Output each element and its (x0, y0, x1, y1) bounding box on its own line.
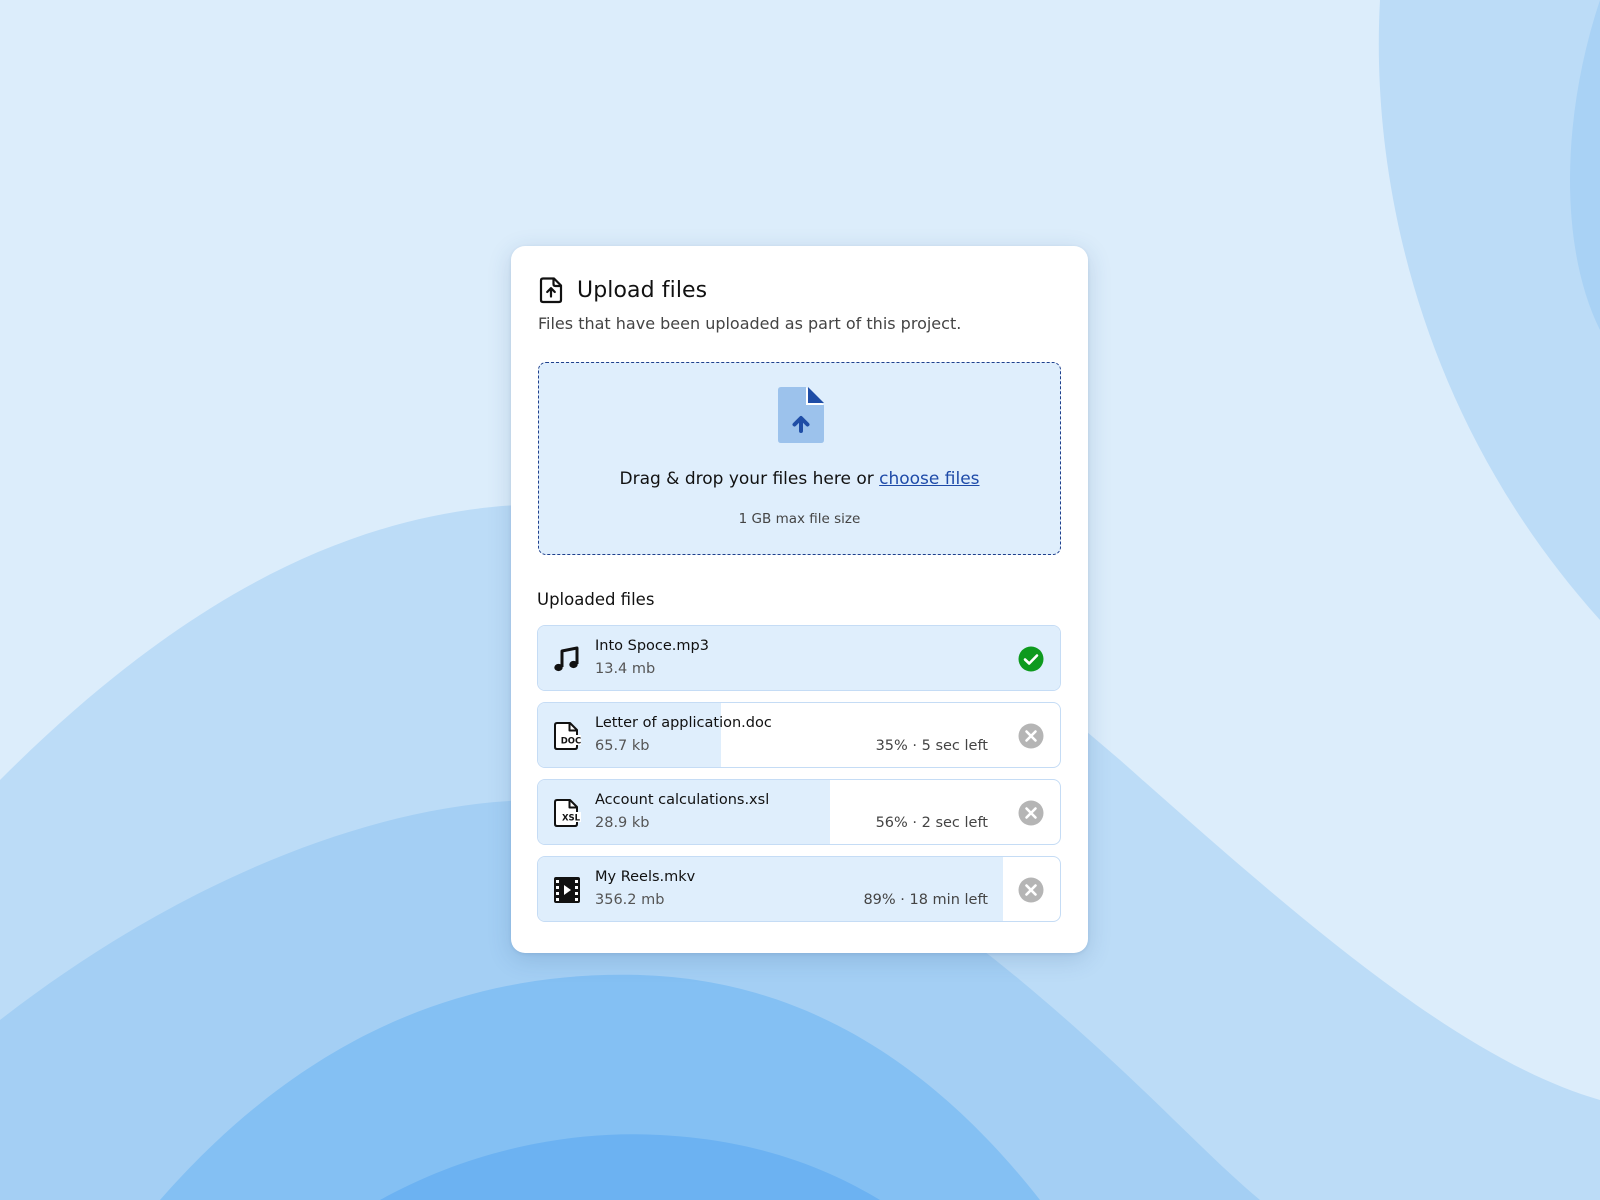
page-title: Upload files (577, 277, 708, 303)
uploaded-files-heading: Uploaded files (537, 590, 655, 609)
file-upload-icon (537, 276, 565, 304)
file-row: XSL Account calculations.xsl 28.9 kb 56%… (537, 779, 1061, 845)
dropzone-text: Drag & drop your files here or (619, 469, 880, 489)
xsl-file-icon: XSL (552, 798, 582, 828)
file-size: 356.2 mb (595, 892, 665, 908)
file-dropzone[interactable]: Drag & drop your files here or choose fi… (538, 362, 1061, 555)
film-icon (552, 875, 582, 905)
file-upload-icon (778, 387, 824, 443)
file-size: 13.4 mb (595, 661, 656, 677)
page-subtitle: Files that have been uploaded as part of… (538, 314, 962, 333)
svg-text:DOC: DOC (561, 737, 582, 747)
svg-text:XSL: XSL (562, 814, 581, 824)
file-size: 65.7 kb (595, 738, 650, 754)
file-name: Letter of application.doc (595, 715, 772, 731)
card-header: Upload files (537, 276, 707, 304)
choose-files-link[interactable]: choose files (879, 469, 979, 489)
upload-files-card: Upload files Files that have been upload… (511, 246, 1088, 953)
upload-progress-text: 56% · 2 sec left (875, 815, 988, 831)
music-note-icon (552, 644, 582, 674)
file-row: Into Spoce.mp3 13.4 mb (537, 625, 1061, 691)
upload-progress-text: 89% · 18 min left (863, 892, 988, 908)
file-name: Into Spoce.mp3 (595, 638, 709, 654)
doc-file-icon: DOC (552, 721, 582, 751)
max-file-size-hint: 1 GB max file size (738, 511, 861, 527)
progress-fill (538, 626, 1060, 690)
file-size: 28.9 kb (595, 815, 650, 831)
close-circle-icon[interactable] (1018, 723, 1044, 749)
file-name: My Reels.mkv (595, 869, 696, 885)
upload-progress-text: 35% · 5 sec left (875, 738, 988, 754)
file-row: My Reels.mkv 356.2 mb 89% · 18 min left (537, 856, 1061, 922)
file-name: Account calculations.xsl (595, 792, 770, 808)
close-circle-icon[interactable] (1018, 800, 1044, 826)
file-row: DOC Letter of application.doc 65.7 kb 35… (537, 702, 1061, 768)
close-circle-icon[interactable] (1018, 877, 1044, 903)
check-circle-icon (1018, 646, 1044, 672)
progress-fill (538, 857, 1003, 921)
dropzone-instructions: Drag & drop your files here or choose fi… (539, 469, 1060, 489)
